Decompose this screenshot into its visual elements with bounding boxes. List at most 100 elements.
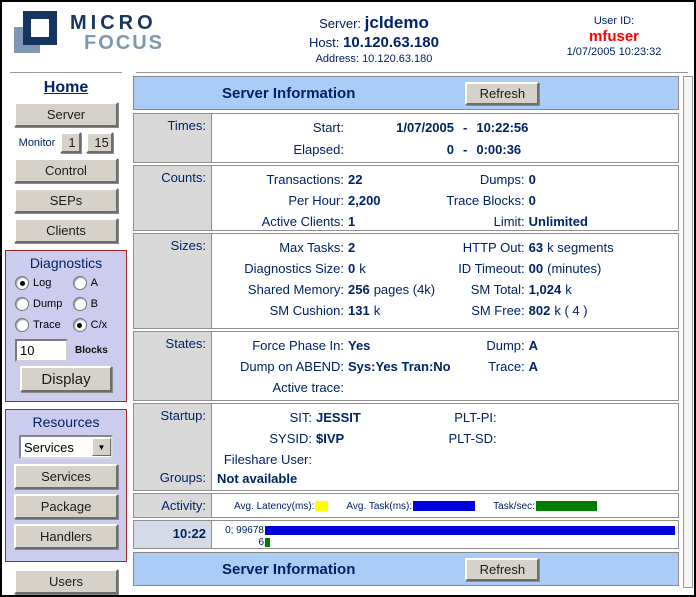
- host-line: Host: 10.120.63.180: [214, 34, 534, 51]
- header-divider-left: [10, 72, 122, 73]
- force-phase-in-value: Yes: [348, 335, 370, 356]
- trace-blocks-field: Trace Blocks:0: [413, 190, 676, 211]
- radio-a-control[interactable]: [73, 276, 87, 290]
- page: MICRO FOCUS Server: jcldemo Host: 10.120…: [0, 0, 696, 597]
- counts-left-column: Transactions:22 Per Hour:2,200 Active Cl…: [214, 169, 413, 228]
- history-row-content: 0; 99678 6: [212, 521, 678, 548]
- host-label: Host:: [309, 35, 339, 50]
- services-button[interactable]: Services: [14, 464, 118, 489]
- elapsed-days: 0: [348, 139, 454, 161]
- scrollbar-track[interactable]: [683, 76, 693, 588]
- states-left-column: Force Phase In:Yes Dump on ABEND:Sys:Yes…: [214, 335, 413, 398]
- diagnostics-title: Diagnostics: [6, 255, 126, 271]
- top-title-bar: Server Information Refresh: [133, 76, 679, 110]
- display-button[interactable]: Display: [20, 366, 112, 392]
- radio-log-control[interactable]: [15, 276, 29, 290]
- server-button[interactable]: Server: [14, 102, 118, 127]
- users-button[interactable]: Users: [14, 569, 118, 594]
- monitor-15-button[interactable]: 15: [86, 132, 113, 153]
- page-title: Server Information: [222, 85, 355, 102]
- host-value: 10.120.63.180: [343, 34, 439, 51]
- radio-dump-control[interactable]: [15, 297, 29, 311]
- activity-row-label: Activity:: [134, 494, 212, 517]
- times-row-content: Start: 1/07/2005 - 10:22:56 Elapsed: 0 -…: [212, 114, 678, 162]
- task-sec-label: Task/sec:: [493, 501, 535, 512]
- radio-cx[interactable]: C/x: [73, 318, 117, 332]
- shared-memory-value: 256: [348, 279, 370, 300]
- seps-button[interactable]: SEPs: [14, 188, 118, 213]
- task-sec-swatch: [536, 501, 597, 511]
- refresh-button-top[interactable]: Refresh: [465, 82, 539, 105]
- clients-button[interactable]: Clients: [14, 218, 118, 243]
- sm-cushion-label: SM Cushion:: [214, 300, 348, 321]
- user-id-label: User ID:: [534, 15, 694, 27]
- address-value: 10.120.63.180: [362, 53, 432, 65]
- radio-dump[interactable]: Dump: [15, 297, 73, 311]
- sizes-row: Sizes: Max Tasks:2 Diagnostics Size:0k S…: [133, 233, 679, 329]
- sm-cushion-field: SM Cushion:131k: [214, 300, 413, 321]
- diagnostics-radio-group: Log A Dump B: [6, 276, 126, 332]
- header-timestamp: 1/07/2005 10:23:32: [534, 46, 694, 58]
- monitor-label: Monitor: [19, 137, 56, 149]
- startup-row-label: Startup: Groups:: [134, 404, 212, 490]
- radio-b[interactable]: B: [73, 297, 117, 311]
- states-row-label: States:: [134, 332, 212, 400]
- radio-log[interactable]: Log: [15, 276, 73, 290]
- history-tasksec-text: 6: [214, 537, 265, 548]
- trace-state-label: Trace:: [413, 356, 529, 377]
- blocks-row: Blocks: [6, 339, 126, 362]
- sm-cushion-suffix: k: [374, 300, 381, 321]
- control-button[interactable]: Control: [14, 158, 118, 183]
- radio-b-control[interactable]: [73, 297, 87, 311]
- sm-total-field: SM Total:1,024k: [413, 279, 676, 300]
- states-row-content: Force Phase In:Yes Dump on ABEND:Sys:Yes…: [212, 332, 678, 400]
- refresh-button-bottom[interactable]: Refresh: [465, 558, 539, 581]
- groups-label: Groups:: [134, 470, 206, 485]
- activity-legend: Avg. Latency(ms): Avg. Task(ms): Task/se…: [214, 497, 676, 515]
- trace-state-value: A: [529, 356, 538, 377]
- history-task-text: 0; 99678: [214, 525, 265, 536]
- start-time: 10:22:56: [476, 117, 528, 139]
- sm-free-suffix: k ( 4 ): [554, 300, 587, 321]
- sit-label: SIT:: [214, 407, 316, 428]
- fileshare-user-field: Fileshare User:: [214, 449, 413, 470]
- history-task-bar: [265, 526, 675, 535]
- body: Home Server Monitor 1 15 Control SEPs Cl…: [2, 72, 694, 597]
- start-label: Start:: [214, 117, 348, 139]
- blocks-input[interactable]: [15, 339, 68, 362]
- limit-label: Limit:: [413, 211, 529, 230]
- plt-pi-field: PLT-PI:: [413, 407, 676, 428]
- transactions-field: Transactions:22: [214, 169, 413, 190]
- limit-value: Unlimited: [529, 211, 588, 230]
- activity-history-row: 10:22 0; 99678 6: [133, 520, 679, 549]
- diagnostics-size-value: 0: [348, 258, 355, 279]
- trace-blocks-label: Trace Blocks:: [413, 190, 529, 211]
- diagnostics-panel: Diagnostics Log A Dump: [5, 250, 127, 402]
- monitor-1-button[interactable]: 1: [60, 132, 81, 153]
- resources-panel: Resources Services ▼ Services Package Ha…: [5, 409, 127, 562]
- radio-trace-control[interactable]: [15, 318, 29, 332]
- shared-memory-field: Shared Memory:256pages (4k): [214, 279, 413, 300]
- radio-a[interactable]: A: [73, 276, 117, 290]
- dumps-field: Dumps:0: [413, 169, 676, 190]
- radio-cx-control[interactable]: [73, 318, 87, 332]
- activity-row-content: Avg. Latency(ms): Avg. Task(ms): Task/se…: [212, 494, 678, 517]
- main-panel: Server Information Refresh Times: Start:…: [133, 76, 679, 597]
- sm-cushion-value: 131: [348, 300, 370, 321]
- package-button[interactable]: Package: [14, 494, 118, 519]
- chevron-down-icon[interactable]: ▼: [92, 438, 111, 456]
- micro-focus-logo: MICRO FOCUS: [2, 11, 214, 57]
- micro-focus-logo-icon: [14, 11, 62, 57]
- radio-trace[interactable]: Trace: [15, 318, 73, 332]
- bottom-title-bar: Server Information Refresh: [133, 552, 679, 586]
- resources-select[interactable]: Services ▼: [19, 435, 113, 459]
- active-trace-field: Active trace:: [214, 377, 413, 398]
- active-trace-label: Active trace:: [214, 377, 348, 398]
- diagnostics-size-suffix: k: [359, 258, 366, 279]
- home-link[interactable]: Home: [2, 79, 130, 97]
- radio-dump-label: Dump: [33, 298, 62, 310]
- avg-latency-swatch: [315, 501, 328, 511]
- handlers-button[interactable]: Handlers: [14, 524, 118, 549]
- counts-row: Counts: Transactions:22 Per Hour:2,200 A…: [133, 165, 679, 231]
- history-line-tasksec: 6: [214, 536, 676, 548]
